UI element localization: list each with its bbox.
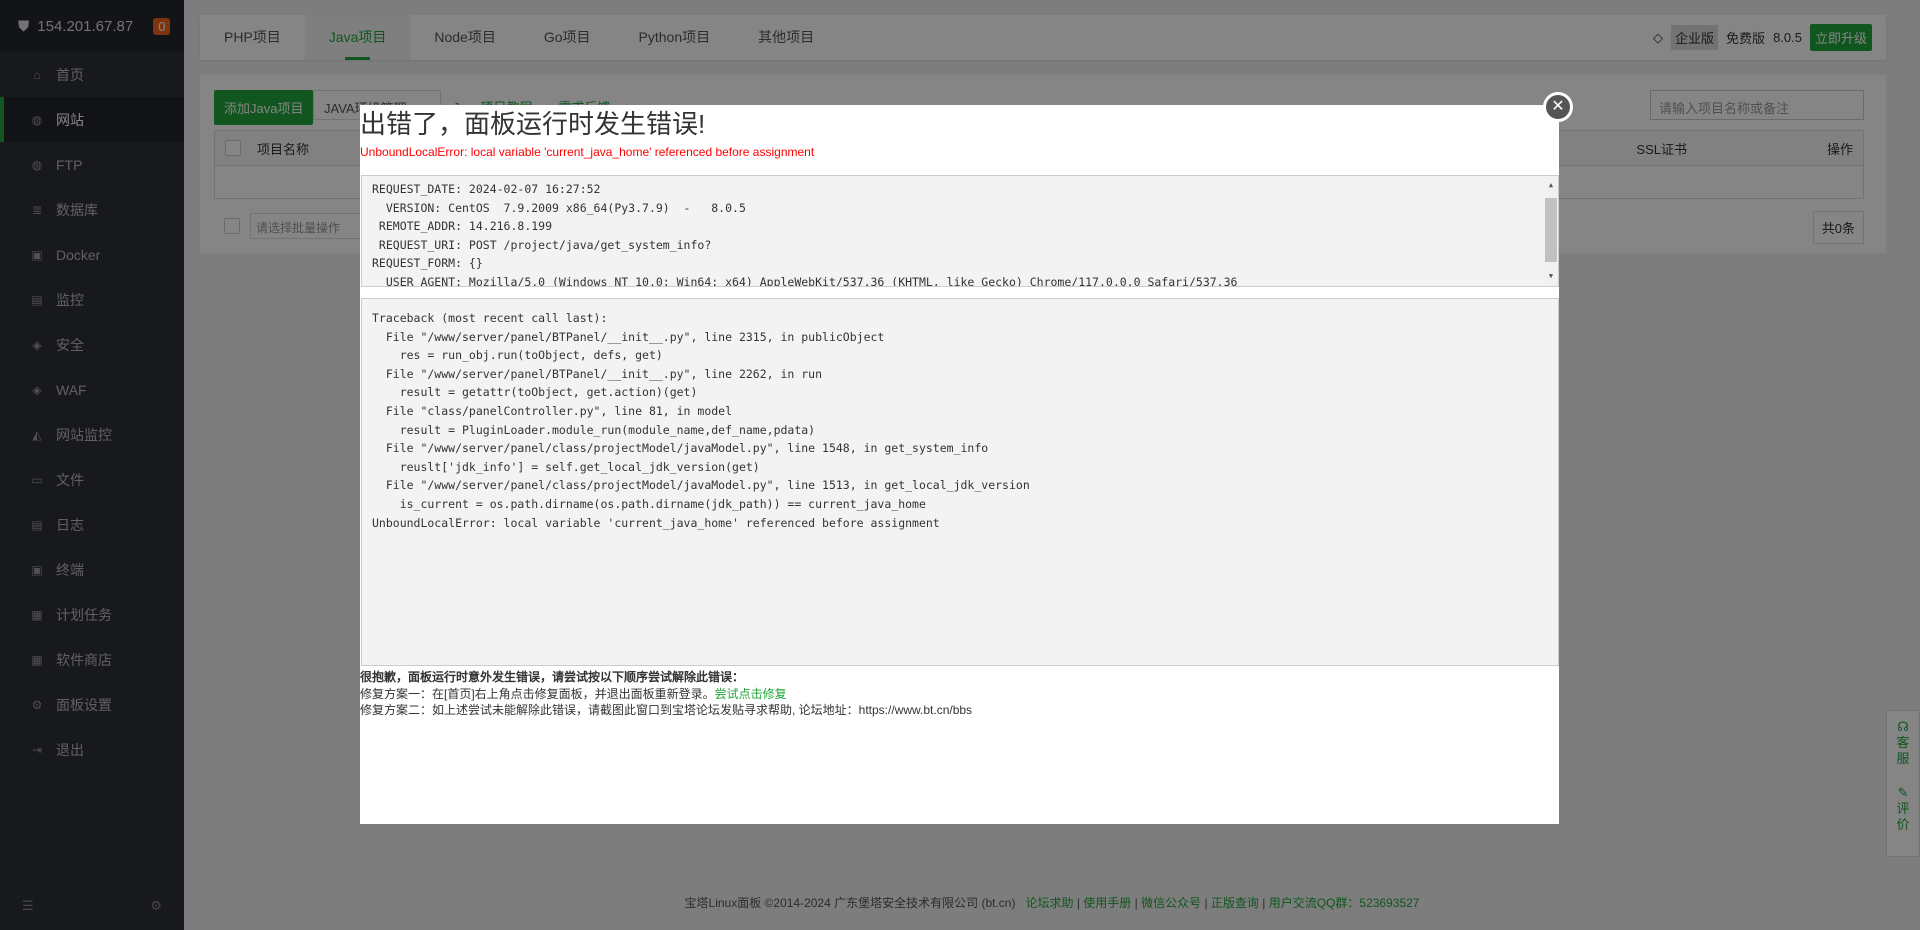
request-info[interactable]: REQUEST_DATE: 2024-02-07 16:27:52 VERSIO… bbox=[361, 175, 1559, 287]
traceback-line: is_current = os.path.dirname(os.path.dir… bbox=[372, 496, 926, 511]
try-fix-link[interactable]: 尝试点击修复 bbox=[715, 687, 787, 701]
fix-option-1: 修复方案一：在[首页]右上角点击修复面板，并退出面板重新登录。 bbox=[360, 686, 715, 701]
fix-option-2: 修复方案二：如上述尝试未能解除此错误，请截图此窗口到宝塔论坛发贴寻求帮助, 论坛… bbox=[360, 703, 973, 717]
info-line: REQUEST_URI: POST /project/java/get_syst… bbox=[372, 237, 712, 252]
traceback-line: result = getattr(toObject, get.action)(g… bbox=[372, 385, 698, 400]
scrollbar[interactable]: ▲ ▼ bbox=[1544, 176, 1558, 286]
traceback-line: File "/www/server/panel/class/projectMod… bbox=[372, 478, 1030, 493]
traceback-line: File "/www/server/panel/BTPanel/__init__… bbox=[372, 366, 823, 381]
close-icon[interactable]: ✕ bbox=[1543, 92, 1573, 122]
traceback-line: UnboundLocalError: local variable 'curre… bbox=[372, 515, 940, 530]
traceback-line: File "/www/server/panel/BTPanel/__init__… bbox=[372, 329, 885, 344]
error-dialog: 出错了，面板运行时发生错误! UnboundLocalError: local … bbox=[360, 105, 1559, 824]
info-line: VERSION: CentOS 7.9.2009 x86_64(Py3.7.9)… bbox=[372, 200, 746, 215]
help-text: 很抱歉，面板运行时意外发生错误，请尝试按以下顺序尝试解除此错误： 修复方案一：在… bbox=[360, 669, 972, 719]
traceback-line: File "/www/server/panel/class/projectMod… bbox=[372, 441, 989, 456]
info-line: REQUEST_DATE: 2024-02-07 16:27:52 bbox=[372, 182, 601, 196]
help-title: 很抱歉，面板运行时意外发生错误，请尝试按以下顺序尝试解除此错误： bbox=[360, 670, 745, 684]
info-line: REQUEST_FORM: {} bbox=[372, 256, 483, 271]
dialog-title: 出错了，面板运行时发生错误! bbox=[360, 109, 706, 139]
info-line: REMOTE_ADDR: 14.216.8.199 bbox=[372, 219, 553, 234]
error-message: UnboundLocalError: local variable 'curre… bbox=[360, 145, 815, 159]
traceback-line: reuslt['jdk_info'] = self.get_local_jdk_… bbox=[372, 459, 760, 474]
traceback-line: File "class/panelController.py", line 81… bbox=[372, 403, 733, 418]
traceback: Traceback (most recent call last): File … bbox=[361, 298, 1559, 666]
traceback-line: res = run_obj.run(toObject, defs, get) bbox=[372, 348, 663, 363]
traceback-line: Traceback (most recent call last): bbox=[372, 311, 608, 325]
traceback-line: result = PluginLoader.module_run(module_… bbox=[372, 422, 816, 437]
info-line: USER_AGENT: Mozilla/5.0 (Windows NT 10.0… bbox=[372, 274, 1238, 287]
